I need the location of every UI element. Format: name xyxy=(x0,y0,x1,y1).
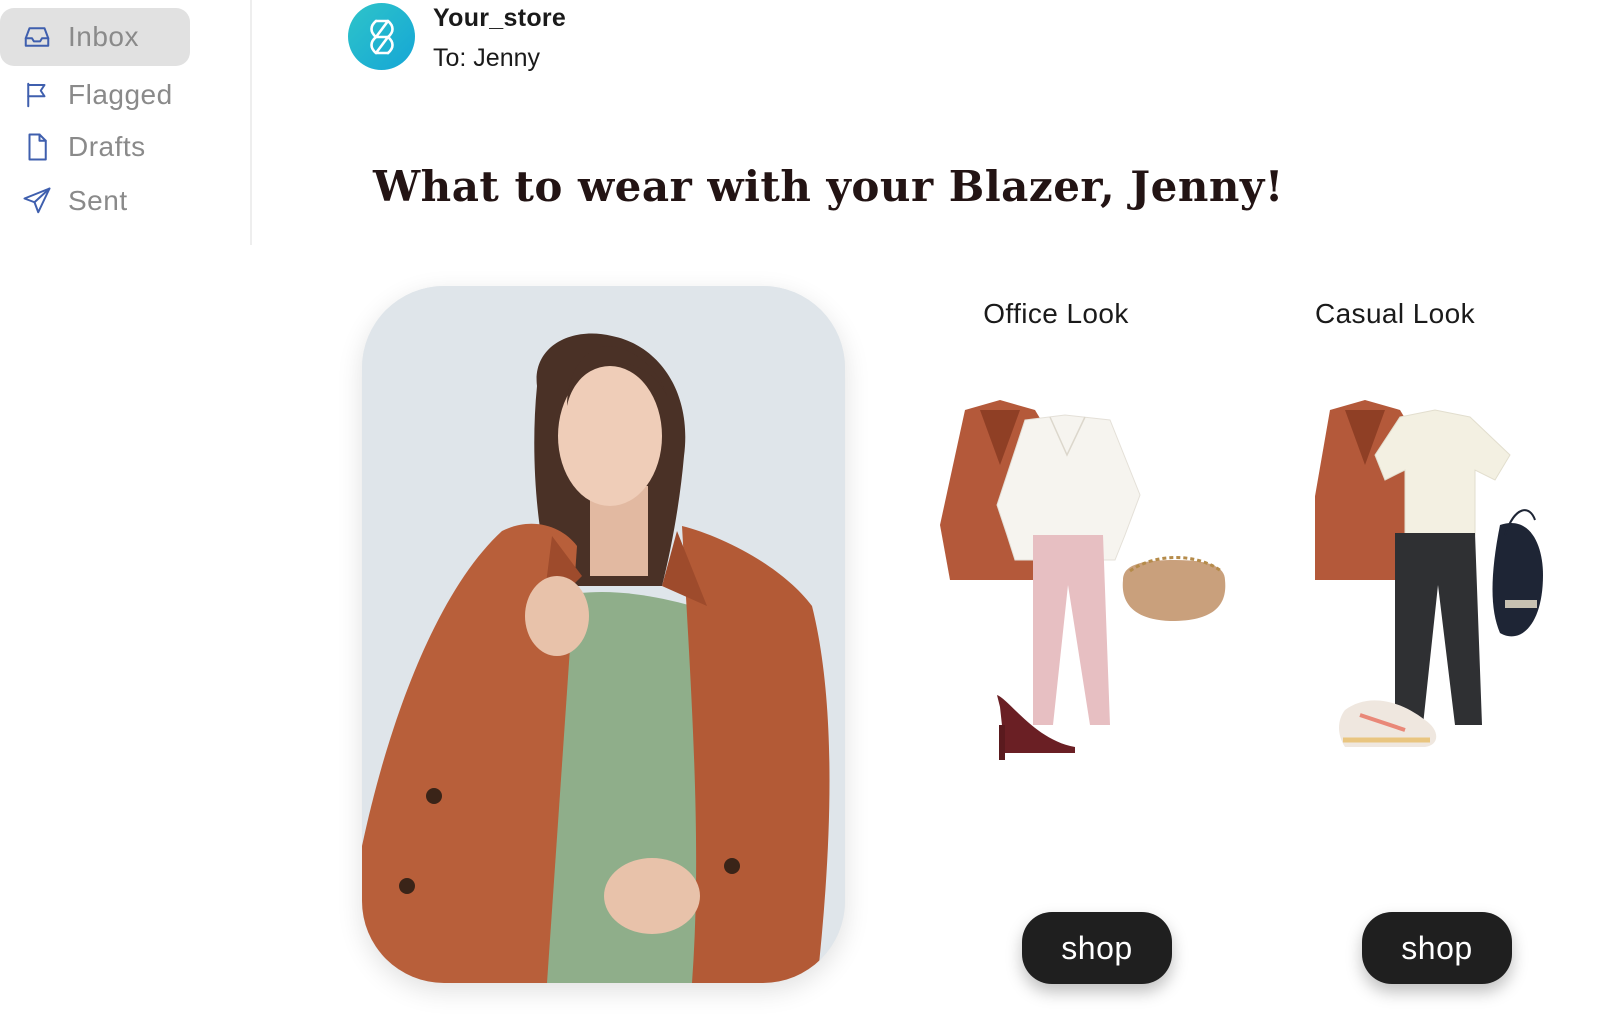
document-icon xyxy=(20,130,54,164)
sender-name: Your_store xyxy=(433,4,567,32)
flag-icon xyxy=(20,78,54,112)
sidebar-item-label: Inbox xyxy=(68,21,139,52)
casual-look-title: Casual Look xyxy=(1314,298,1476,329)
casual-look-outfit-image xyxy=(1315,395,1612,785)
sidebar-item-label: Flagged xyxy=(68,79,173,110)
sidebar-item-flagged[interactable]: Flagged xyxy=(0,66,190,124)
sidebar-item-sent[interactable]: Sent xyxy=(0,172,190,230)
sidebar-item-drafts[interactable]: Drafts xyxy=(0,118,190,176)
sidebar-item-inbox[interactable]: Inbox xyxy=(0,8,190,66)
shop-casual-look-button[interactable]: shop xyxy=(1362,912,1512,984)
sidebar-item-label: Sent xyxy=(68,185,128,216)
inbox-icon xyxy=(20,20,54,54)
send-icon xyxy=(20,184,54,218)
office-look-title: Office Look xyxy=(983,298,1129,329)
office-look-outfit-image xyxy=(925,395,1265,785)
sender-avatar[interactable] xyxy=(348,3,415,70)
mail-sidebar: Inbox Flagged Drafts Sent xyxy=(0,0,252,245)
shop-office-look-button[interactable]: shop xyxy=(1022,912,1172,984)
store-logo-icon xyxy=(369,19,394,54)
sidebar-item-label: Drafts xyxy=(68,131,146,162)
recipient-line: To: Jenny xyxy=(433,44,541,72)
hero-model-image xyxy=(362,286,845,983)
email-headline: What to wear with your Blazer, Jenny! xyxy=(373,162,1284,211)
